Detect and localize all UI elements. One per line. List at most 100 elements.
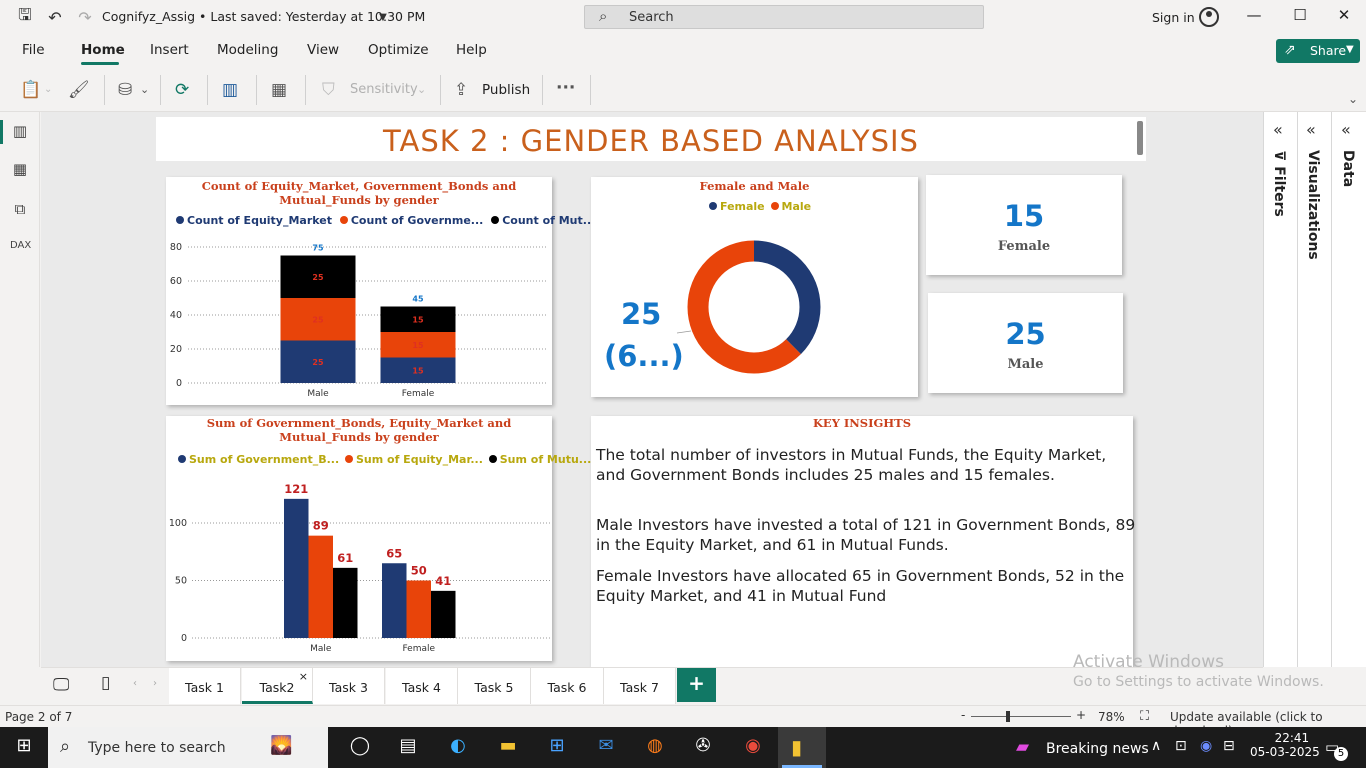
close-tab-icon[interactable]: × — [299, 670, 308, 683]
scrollbar[interactable] — [1137, 121, 1143, 155]
add-page-button[interactable]: + — [677, 668, 716, 702]
format-painter-icon[interactable]: 🖌 — [68, 80, 90, 100]
filters-pane[interactable]: « ⊽ Filters — [1263, 112, 1297, 667]
chrome-icon[interactable]: ◉ — [740, 735, 766, 761]
tab-task-6[interactable]: Task 6 — [531, 668, 604, 704]
zoom-in-button[interactable]: + — [1076, 708, 1086, 722]
expand-icon[interactable]: « — [1306, 120, 1316, 139]
data-pane[interactable]: « Data — [1331, 112, 1366, 667]
tab-task-5[interactable]: Task 5 — [458, 668, 531, 704]
activate-windows-watermark: Activate Windows Go to Settings to activ… — [1073, 652, 1324, 690]
edge-icon[interactable]: ◐ — [445, 735, 471, 761]
kpi-card-male[interactable]: 25 Male — [928, 293, 1123, 393]
legend-item[interactable]: Sum of Mutu... — [488, 453, 591, 466]
redo-icon[interactable]: ↷ — [75, 7, 95, 27]
scroll-right-icon[interactable]: › — [153, 678, 157, 689]
meet-now-icon[interactable]: ⊡ — [1175, 738, 1187, 754]
page-title: TASK 2 : GENDER BASED ANALYSIS — [156, 117, 1146, 161]
menu-optimize[interactable]: Optimize — [368, 42, 429, 58]
tab-task-3[interactable]: Task 3 — [313, 668, 385, 704]
clock[interactable]: 22:41 05-03-2025 — [1250, 731, 1320, 759]
zoom-slider[interactable] — [971, 716, 1071, 717]
stacked-count-chart[interactable]: Count of Equity_Market, Government_Bonds… — [166, 177, 595, 405]
vpn-icon[interactable]: ◉ — [1200, 738, 1212, 754]
close-icon[interactable]: ✕ — [1332, 6, 1356, 28]
legend-item[interactable]: Sum of Equity_Mar... — [344, 453, 483, 466]
collapse-ribbon-icon[interactable]: ⌄ — [1348, 92, 1358, 106]
legend-item[interactable]: Count of Mut... — [491, 214, 595, 227]
menu-help[interactable]: Help — [456, 42, 487, 58]
refresh-icon[interactable]: ⟳ — [175, 80, 189, 100]
tab-task-2[interactable]: Task2 × — [242, 668, 313, 704]
legend-item[interactable]: Sum of Government_B... — [178, 453, 339, 466]
power-bi-taskbar-button[interactable]: ▮ — [778, 727, 826, 768]
widgets-icon[interactable]: ▤ — [395, 735, 421, 761]
more-options-icon[interactable]: ··· — [556, 78, 575, 98]
publish-icon[interactable]: ⇪ — [454, 80, 468, 100]
desktop-layout-icon[interactable]: 🖵 — [53, 675, 69, 695]
data-label: 25 — [312, 358, 324, 367]
store-icon[interactable]: ⊞ — [544, 735, 570, 761]
legend-item[interactable]: Count of Governme... — [339, 214, 483, 227]
undo-icon[interactable]: ↶ — [45, 7, 65, 27]
table-view-icon[interactable]: ▦ — [10, 160, 30, 180]
show-hidden-icons-icon[interactable]: ∧ — [1151, 738, 1161, 754]
task-view-icon[interactable]: ◯ — [347, 735, 373, 761]
get-data-icon[interactable]: ⛁ — [118, 80, 132, 100]
maximize-icon[interactable]: ☐ — [1288, 6, 1312, 28]
menu-insert[interactable]: Insert — [150, 42, 189, 58]
menu-view[interactable]: View — [307, 42, 339, 58]
share-button[interactable]: ⇗ Share ▼ — [1276, 39, 1360, 63]
report-view-icon[interactable]: ▥ — [10, 122, 30, 142]
firefox-icon[interactable]: ◍ — [642, 735, 668, 761]
tab-task-1[interactable]: Task 1 — [169, 668, 241, 704]
legend-item[interactable]: Count of Equity_Market — [176, 214, 332, 227]
tab-task-7[interactable]: Task 7 — [604, 668, 676, 704]
expand-icon[interactable]: « — [1273, 120, 1283, 139]
model-view-icon[interactable]: ⧉ — [10, 200, 30, 220]
zoom-level[interactable]: 78% — [1098, 710, 1125, 724]
zoom-out-button[interactable]: - — [961, 708, 965, 722]
save-icon[interactable]: 🖫 — [15, 5, 35, 27]
expand-icon[interactable]: « — [1341, 120, 1351, 139]
search-input[interactable]: ⌕ Search — [584, 5, 984, 29]
calculator-icon[interactable]: ▦ — [271, 80, 287, 100]
paste-icon[interactable]: 📋 — [20, 80, 41, 100]
active-menu-indicator — [81, 62, 119, 65]
fit-to-page-icon[interactable]: ⛶ — [1140, 709, 1149, 724]
visualizations-pane[interactable]: « Visualizations — [1297, 112, 1331, 667]
kpi-label: Male — [1007, 357, 1044, 372]
chevron-down-icon[interactable]: ▼ — [373, 7, 393, 27]
news-icon[interactable]: ▰ — [1016, 737, 1029, 757]
new-visual-icon[interactable]: ▥ — [222, 80, 238, 100]
y-tick-label: 40 — [170, 310, 182, 321]
menu-modeling[interactable]: Modeling — [217, 42, 278, 58]
zoom-slider-thumb[interactable] — [1006, 711, 1010, 722]
chevron-down-icon[interactable]: ⌄ — [140, 83, 149, 96]
menu-file[interactable]: File — [22, 42, 45, 58]
chevron-down-icon: ▼ — [1346, 44, 1354, 55]
taskbar-search-input[interactable]: ⌕ Type here to search 🌄 — [48, 727, 328, 768]
chevron-down-icon[interactable]: ⌄ — [44, 84, 52, 95]
network-icon[interactable]: ⊟ — [1223, 738, 1235, 754]
file-explorer-icon[interactable]: ▬ — [495, 735, 521, 761]
windows-start-icon[interactable]: ⊞ — [11, 735, 37, 761]
kpi-card-female[interactable]: 15 Female — [926, 175, 1122, 275]
mail-icon[interactable]: ✉ — [593, 735, 619, 761]
key-insights-card[interactable]: KEY INSIGHTS The total number of investo… — [591, 416, 1135, 667]
donut-chart[interactable]: Female and Male Female Male 25 (6...) — [591, 177, 918, 397]
menu-home[interactable]: Home — [81, 42, 125, 58]
mobile-layout-icon[interactable]: ▯ — [101, 673, 110, 693]
news-widget[interactable]: Breaking news — [1046, 741, 1149, 757]
minimize-icon[interactable]: — — [1242, 6, 1266, 28]
donut-callout-value: 25 — [621, 297, 662, 331]
clustered-sum-chart[interactable]: Sum of Government_Bonds, Equity_Market a… — [166, 416, 591, 661]
publish-button[interactable]: Publish — [482, 82, 530, 98]
avatar-icon[interactable] — [1199, 7, 1219, 27]
tab-task-4[interactable]: Task 4 — [386, 668, 458, 704]
sign-in-link[interactable]: Sign in — [1152, 10, 1195, 25]
y-tick-label: 80 — [170, 242, 182, 253]
scroll-left-icon[interactable]: ‹ — [133, 678, 137, 689]
dax-query-view-icon[interactable]: DAX — [10, 240, 31, 260]
media-player-icon[interactable]: ✇ — [690, 735, 716, 761]
